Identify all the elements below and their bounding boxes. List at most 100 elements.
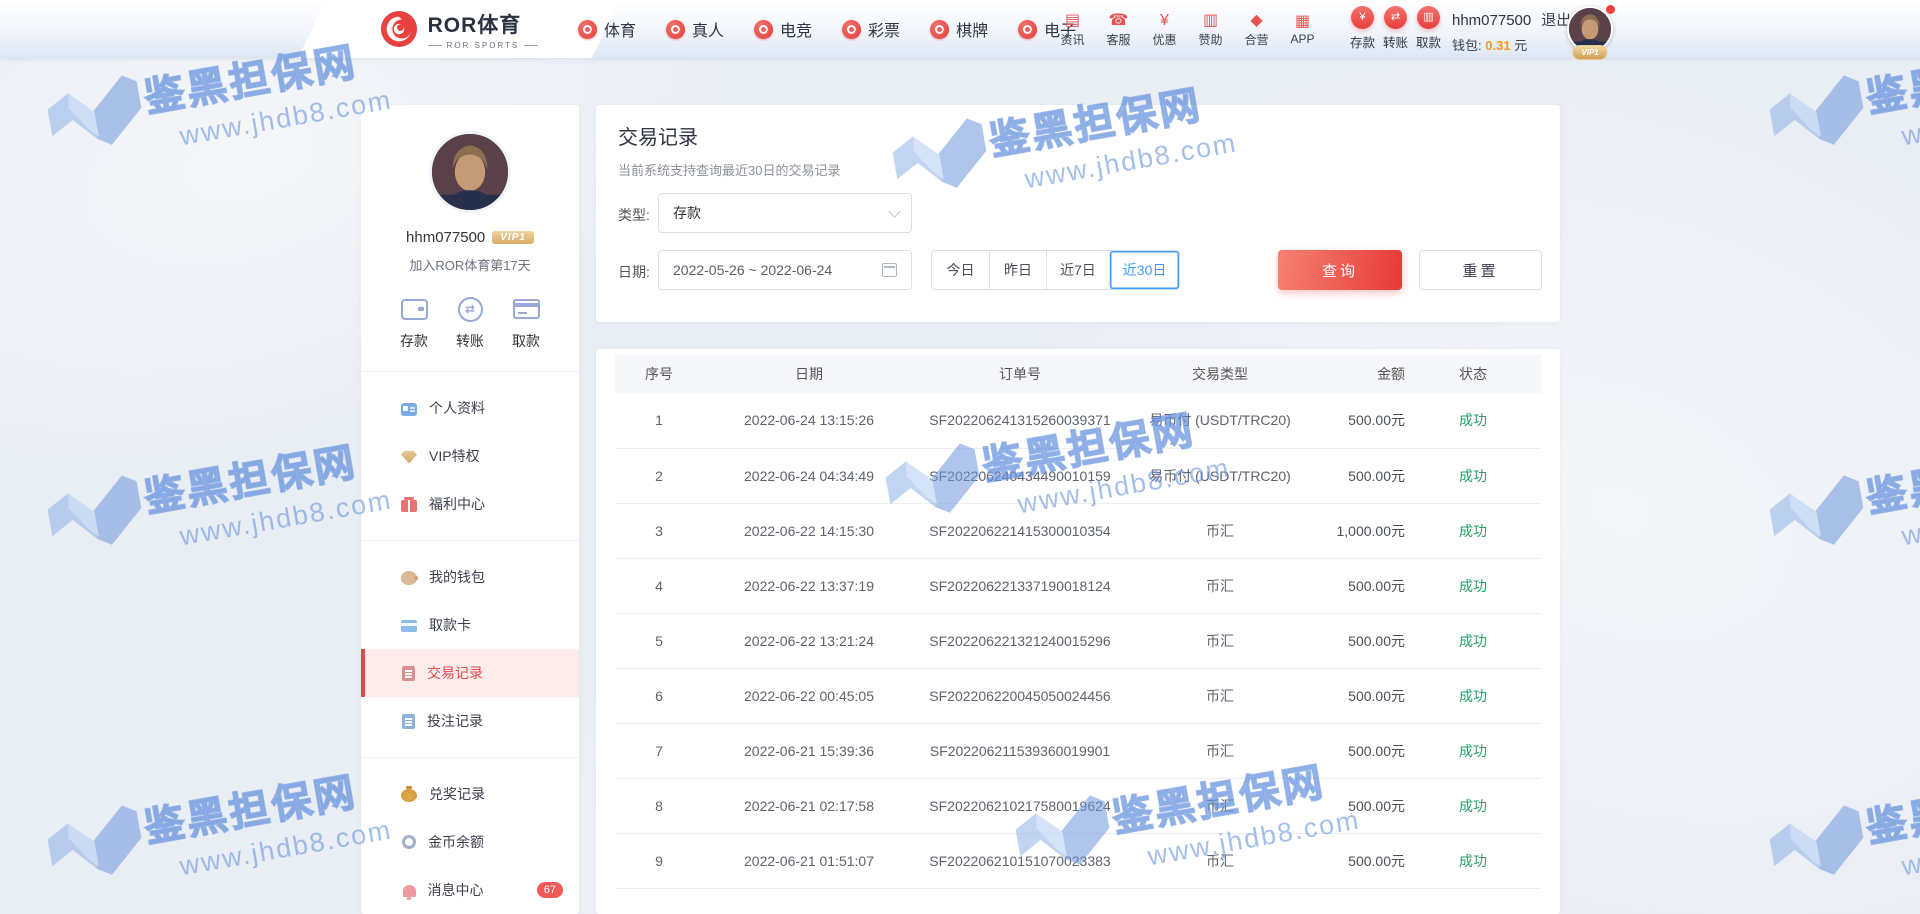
username: hhm077500 — [1452, 12, 1531, 29]
wallet-label: 钱包: — [1452, 38, 1482, 53]
table-cell: 成功 — [1405, 393, 1541, 448]
range-button-近7日[interactable]: 近7日 — [1046, 251, 1109, 289]
table-cell: 易币付 (USDT/TRC20) — [1125, 393, 1315, 448]
news-icon: ▤ — [1065, 11, 1080, 30]
table-cell: 500.00元 — [1315, 723, 1405, 778]
sidebar-item-取款卡[interactable]: 取款卡 — [361, 601, 579, 649]
unread-count-badge: 67 — [537, 882, 563, 898]
nav-item-彩票[interactable]: 彩票 — [842, 17, 900, 41]
table-cell: 2022-06-21 01:51:07 — [703, 833, 915, 888]
table-cell: 币汇 — [1125, 723, 1315, 778]
sidebar-item-label: 兑奖记录 — [429, 784, 485, 804]
table-cell: 币汇 — [1125, 613, 1315, 668]
navbar-action-存款[interactable]: ¥ 存款 — [1350, 6, 1375, 51]
nav-item-电竞[interactable]: 电竞 — [754, 17, 812, 41]
range-button-近30日[interactable]: 近30日 — [1109, 251, 1180, 289]
table-body: 12022-06-24 13:15:26SF202206241315260039… — [615, 393, 1541, 888]
sidebar-action-label: 转账 — [456, 331, 484, 351]
logo[interactable]: ROR体育 ROR SPORTS — [298, 0, 620, 58]
sidebar-item-消息中心[interactable]: 消息中心67 — [361, 866, 579, 914]
table-cell: 易币付 (USDT/TRC20) — [1125, 448, 1315, 503]
quick-link-合营[interactable]: ◆合营 — [1240, 11, 1273, 48]
deposit-icon: ¥ — [1351, 6, 1374, 29]
range-button-昨日[interactable]: 昨日 — [989, 251, 1046, 289]
sidebar-item-个人资料[interactable]: 个人资料 — [361, 384, 579, 432]
sidebar-item-label: 金币余额 — [428, 832, 484, 852]
join-days-text: 加入ROR体育第17天 — [361, 255, 579, 274]
table-cell: 500.00元 — [1315, 778, 1405, 833]
nav-item-真人[interactable]: 真人 — [666, 17, 724, 41]
sidebar-item-label: VIP特权 — [429, 446, 480, 466]
sidebar-item-我的钱包[interactable]: 我的钱包 — [361, 553, 579, 601]
top-navbar: ROR体育 ROR SPORTS 体育真人电竞彩票棋牌电子 ▤资讯☎客服¥优惠▥… — [0, 0, 1920, 58]
sidebar-item-金币余额[interactable]: 金币余额 — [361, 818, 579, 866]
watermark-url: www.jhdb8.com — [1899, 484, 1920, 552]
status-success: 成功 — [1459, 412, 1487, 428]
sidebar-action-存款[interactable]: 存款 — [400, 296, 428, 351]
navbar-action-label: 转账 — [1383, 32, 1408, 51]
date-range-input[interactable]: 2022-05-26 ~ 2022-06-24 — [658, 250, 912, 290]
nav-item-label: 棋牌 — [956, 17, 988, 41]
sidebar-action-label: 存款 — [400, 331, 428, 351]
message-center-icon — [403, 885, 416, 897]
column-header: 金额 — [1315, 355, 1405, 393]
table-row: 42022-06-22 13:37:19SF202206221337190018… — [615, 558, 1541, 613]
support-icon: ☎ — [1109, 11, 1129, 30]
watermark-shield-icon — [1756, 65, 1874, 171]
nav-item-体育[interactable]: 体育 — [578, 17, 636, 41]
status-success: 成功 — [1459, 688, 1487, 704]
navbar-action-取款[interactable]: ▥取款 — [1416, 6, 1441, 51]
column-header: 日期 — [703, 355, 915, 393]
user-info: hhm077500退出 钱包: 0.31 元 — [1452, 9, 1571, 54]
sidebar-action-转账[interactable]: ⇄转账 — [456, 296, 484, 351]
quick-link-label: 客服 — [1106, 31, 1130, 48]
status-success: 成功 — [1459, 743, 1487, 759]
profile-avatar[interactable] — [429, 131, 511, 213]
search-button[interactable]: 查询 — [1278, 250, 1402, 290]
quick-link-赞助[interactable]: ▥赞助 — [1194, 11, 1227, 48]
sidebar-item-VIP特权[interactable]: VIP特权 — [361, 432, 579, 480]
table-cell: SF202206221321240015296 — [915, 613, 1125, 668]
table-cell: SF202206221415300010354 — [915, 503, 1125, 558]
table-row: 22022-06-24 04:34:49SF202206240434490010… — [615, 448, 1541, 503]
sidebar-item-label: 我的钱包 — [429, 567, 485, 587]
status-success: 成功 — [1459, 578, 1487, 594]
nav-item-棋牌[interactable]: 棋牌 — [930, 17, 988, 41]
deposit-icon — [401, 299, 428, 320]
table-cell: 币汇 — [1125, 833, 1315, 888]
watermark-title: 鉴黑担保网 — [139, 424, 388, 523]
table-cell: 2022-06-22 13:21:24 — [703, 613, 915, 668]
vip-badge: VIP1 — [1572, 45, 1607, 60]
filter-card: 交易记录 当前系统支持查询最近30日的交易记录 类型: 存款 日期: 2022-… — [596, 105, 1560, 322]
range-button-今日[interactable]: 今日 — [932, 251, 989, 289]
transfer-icon: ⇄ — [1384, 6, 1407, 29]
navbar-action-label: 存款 — [1350, 32, 1375, 51]
type-label: 类型: — [618, 205, 650, 225]
navbar-wallet-actions: ¥ 存款 ⇄ 转账 ▥取款 — [1350, 0, 1441, 58]
sidebar-item-福利中心[interactable]: 福利中心 — [361, 480, 579, 528]
profile-card: hhm077500 VIP1 加入ROR体育第17天 存款⇄转账取款 — [361, 105, 579, 371]
table-cell: 4 — [615, 558, 703, 613]
quick-link-资讯[interactable]: ▤资讯 — [1056, 11, 1089, 48]
sidebar-menu-group: 兑奖记录金币余额消息中心67 — [361, 758, 579, 914]
navbar-action-转账[interactable]: ⇄ 转账 — [1383, 6, 1408, 51]
sidebar-item-投注记录[interactable]: 投注记录 — [361, 697, 579, 745]
withdraw-card-icon — [401, 620, 417, 632]
table-cell: 2022-06-22 14:15:30 — [703, 503, 915, 558]
sidebar-action-label: 取款 — [512, 331, 540, 351]
sidebar-item-交易记录[interactable]: 交易记录 — [361, 649, 579, 697]
quick-link-客服[interactable]: ☎客服 — [1102, 11, 1135, 48]
type-select[interactable]: 存款 — [658, 193, 912, 233]
status-success: 成功 — [1459, 853, 1487, 869]
quick-link-APP[interactable]: ▦APP — [1286, 12, 1319, 46]
avatar[interactable]: VIP1 — [1567, 6, 1613, 52]
quick-link-优惠[interactable]: ¥优惠 — [1148, 11, 1181, 48]
sidebar-action-取款[interactable]: 取款 — [512, 296, 540, 351]
reset-button[interactable]: 重置 — [1419, 250, 1542, 290]
table-row: 72022-06-21 15:39:36SF202206211539360019… — [615, 723, 1541, 778]
watermark-url: www.jhdb8.com — [1899, 814, 1920, 882]
partner-icon: ◆ — [1250, 11, 1262, 30]
table-cell: SF202206210151070023383 — [915, 833, 1125, 888]
sidebar-item-兑奖记录[interactable]: 兑奖记录 — [361, 770, 579, 818]
column-header: 订单号 — [915, 355, 1125, 393]
